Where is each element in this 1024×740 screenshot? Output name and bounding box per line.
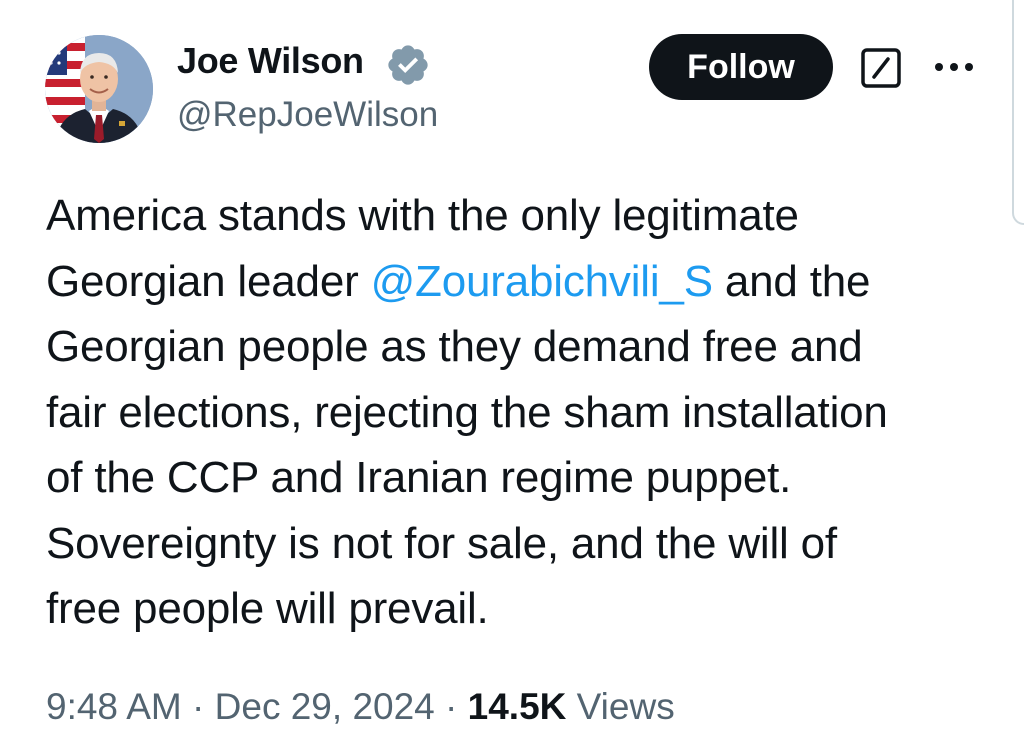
author-handle[interactable]: @RepJoeWilson bbox=[177, 95, 438, 135]
tweet-line: America stands with the only legitimate bbox=[46, 191, 799, 240]
tweet-date[interactable]: Dec 29, 2024 bbox=[215, 686, 435, 727]
scroll-indicator bbox=[1012, 0, 1024, 225]
tweet-line: fair elections, rejecting the sham insta… bbox=[46, 387, 888, 437]
tweet-metadata: 9:48 AM · Dec 29, 2024 · 14.5K Views bbox=[46, 685, 675, 729]
meta-separator: · bbox=[434, 686, 468, 727]
more-options-icon[interactable] bbox=[933, 57, 975, 77]
tweet-line: Sovereignty is not for sale, and the wil… bbox=[46, 518, 837, 568]
meta-separator: · bbox=[181, 686, 215, 727]
tweet-text-segment: Georgian leader bbox=[46, 256, 371, 306]
views-count: 14.5K bbox=[467, 686, 567, 727]
tweet-text: America stands with the only legitimate … bbox=[46, 183, 996, 642]
views-label: Views bbox=[566, 686, 675, 727]
author-display-name[interactable]: Joe Wilson bbox=[177, 40, 364, 82]
tweet-line: Georgian people as they demand free and bbox=[46, 322, 863, 371]
avatar-photo bbox=[45, 35, 153, 143]
mention-link[interactable]: @Zourabichvili_S bbox=[371, 257, 713, 306]
avatar[interactable] bbox=[45, 35, 153, 143]
grok-icon[interactable] bbox=[860, 47, 902, 89]
tweet-header: Joe Wilson @RepJoeWilson Follow bbox=[0, 0, 1010, 160]
verified-badge-icon bbox=[385, 42, 431, 88]
follow-button[interactable]: Follow bbox=[649, 34, 833, 100]
tweet-line: of the CCP and Iranian regime puppet. bbox=[46, 453, 792, 502]
tweet-text-segment: and the bbox=[712, 256, 871, 306]
tweet-time[interactable]: 9:48 AM bbox=[46, 686, 182, 727]
tweet-line: Georgian leader @Zourabichvili_S and the bbox=[46, 249, 996, 315]
tweet-line: free people will prevail. bbox=[46, 584, 489, 633]
